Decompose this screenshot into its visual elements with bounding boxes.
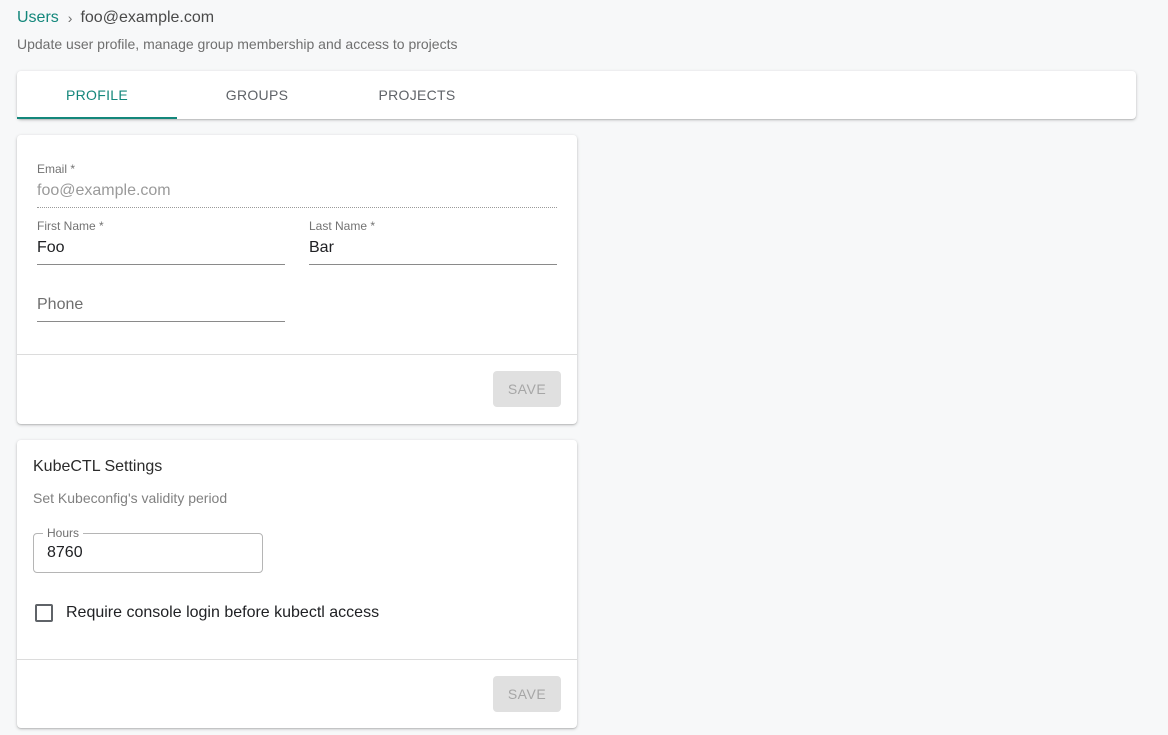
kubectl-settings-title: KubeCTL Settings	[33, 458, 163, 475]
kubectl-settings-card: KubeCTL Settings Set Kubeconfig's validi…	[17, 440, 577, 728]
hours-value[interactable]: 8760	[47, 544, 83, 562]
email-label: Email *	[37, 162, 76, 176]
first-name-underline	[37, 264, 285, 265]
kubectl-save-button[interactable]: SAVE	[493, 676, 561, 712]
page-subtitle: Update user profile, manage group member…	[17, 36, 458, 52]
breadcrumb-current: foo@example.com	[80, 9, 215, 26]
first-name-field[interactable]: First Name * Foo	[37, 219, 285, 265]
profile-card: Email * foo@example.com First Name * Foo…	[17, 135, 577, 424]
phone-underline	[37, 321, 285, 322]
breadcrumb: Users › foo@example.com	[17, 8, 214, 28]
first-name-label: First Name *	[37, 219, 104, 233]
last-name-field[interactable]: Last Name * Bar	[309, 219, 557, 265]
tab-profile[interactable]: PROFILE	[17, 71, 177, 119]
email-underline	[37, 207, 557, 208]
hours-label: Hours	[43, 526, 84, 540]
kubectl-settings-subtitle: Set Kubeconfig's validity period	[33, 490, 228, 506]
email-value: foo@example.com	[37, 182, 171, 199]
require-login-label[interactable]: Require console login before kubectl acc…	[66, 604, 379, 622]
breadcrumb-separator: ›	[67, 10, 73, 26]
last-name-label: Last Name *	[309, 219, 376, 233]
profile-save-button[interactable]: SAVE	[493, 371, 561, 407]
phone-placeholder[interactable]: Phone	[37, 296, 83, 314]
tabs-bar: PROFILE GROUPS PROJECTS	[17, 71, 1136, 119]
profile-card-divider	[17, 354, 577, 355]
phone-field[interactable]: Phone	[37, 296, 285, 322]
last-name-value[interactable]: Bar	[309, 239, 334, 257]
tab-groups[interactable]: GROUPS	[177, 71, 337, 119]
breadcrumb-users-link[interactable]: Users	[17, 9, 59, 27]
kubectl-card-divider	[17, 659, 577, 660]
require-login-checkbox[interactable]	[35, 604, 53, 622]
hours-field[interactable]: Hours 8760	[33, 526, 263, 573]
email-field: Email * foo@example.com	[37, 162, 557, 208]
tab-projects[interactable]: PROJECTS	[337, 71, 497, 119]
last-name-underline	[309, 264, 557, 265]
first-name-value[interactable]: Foo	[37, 239, 65, 257]
require-login-checkbox-row[interactable]: Require console login before kubectl acc…	[33, 604, 379, 622]
